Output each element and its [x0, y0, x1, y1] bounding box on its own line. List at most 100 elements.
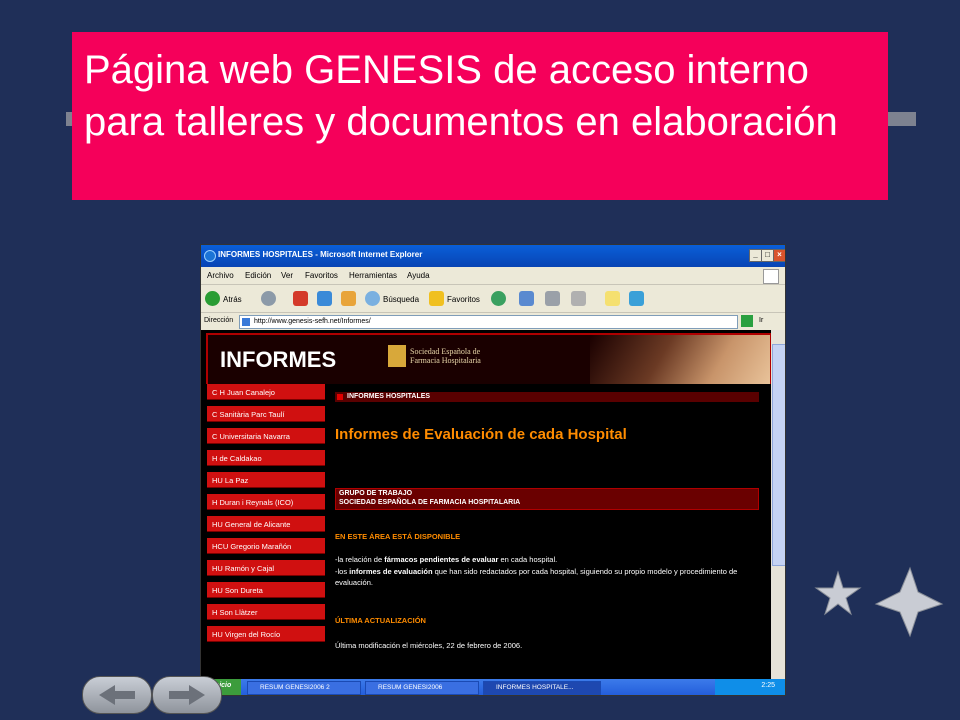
- nav-item-label: C H Juan Canalejo: [212, 388, 275, 397]
- task-label: RESUM GENESI2006: [378, 684, 443, 691]
- task-label: INFORMES HOSPITALE...: [496, 684, 574, 691]
- go-label[interactable]: Ir: [759, 317, 763, 324]
- system-tray: 2:25: [715, 679, 785, 695]
- org-line-2: Farmacia Hospitalaria: [410, 356, 481, 365]
- available-item-1: -la relación de fármacos pendientes de e…: [335, 554, 755, 565]
- menu-edicion[interactable]: Edición: [245, 271, 271, 280]
- nav-item-la-paz[interactable]: HU La Paz: [207, 472, 325, 488]
- group-line-1: GRUPO DE TRABAJO: [339, 490, 413, 497]
- menu-herramientas[interactable]: Herramientas: [349, 271, 397, 280]
- nav-item-gregorio-maranon[interactable]: HCU Gregorio Marañón: [207, 538, 325, 554]
- nav-item-label: C Universitaria Navarra: [212, 432, 290, 441]
- section-label: INFORMES HOSPITALES: [347, 393, 431, 400]
- web-page: INFORMES Sociedad Española de Farmacia H…: [201, 330, 771, 679]
- slide-title: Página web GENESIS de acceso interno par…: [84, 48, 838, 144]
- favorites-star-icon[interactable]: [429, 291, 444, 306]
- nav-item-label: H Son Llàtzer: [212, 608, 258, 617]
- page-banner: INFORMES Sociedad Española de Farmacia H…: [206, 333, 771, 387]
- nav-item-juan-canalejo[interactable]: C H Juan Canalejo: [207, 384, 325, 400]
- text-part: en cada hospital.: [498, 555, 558, 564]
- left-arrow-icon: [99, 685, 135, 705]
- menu-ver[interactable]: Ver: [281, 271, 293, 280]
- nav-item-label: HU La Paz: [212, 476, 249, 485]
- working-group-box: GRUPO DE TRABAJO SOCIEDAD ESPAÑOLA DE FA…: [335, 488, 759, 510]
- group-line-2: SOCIEDAD ESPAÑOLA DE FARMACIA HOSPITALAR…: [339, 499, 521, 506]
- refresh-icon[interactable]: [317, 291, 332, 306]
- update-heading: ÚLTIMA ACTUALIZACIÓN: [335, 616, 426, 625]
- home-icon[interactable]: [341, 291, 356, 306]
- back-arrow-icon[interactable]: [205, 291, 220, 306]
- nav-item-caldakao[interactable]: H de Caldakao: [207, 450, 325, 466]
- forward-arrow-icon[interactable]: [261, 291, 276, 306]
- nav-item-label: H de Caldakao: [212, 454, 262, 463]
- previous-slide-button[interactable]: [82, 676, 152, 714]
- messenger-icon[interactable]: [629, 291, 644, 306]
- nav-item-label: C Sanitària Parc Taulí: [212, 410, 285, 419]
- ie-icon: [204, 250, 216, 262]
- hospital-navigation: C H Juan Canalejo C Sanitària Parc Taulí…: [206, 384, 327, 679]
- folder-icon[interactable]: [605, 291, 620, 306]
- windows-logo-icon: [763, 269, 779, 284]
- nav-item-ramon-y-cajal[interactable]: HU Ramón y Cajal: [207, 560, 325, 576]
- menu-bar: Archivo Edición Ver Favoritos Herramient…: [201, 267, 785, 284]
- nav-item-duran-i-reynals[interactable]: H Duran i Reynals (ICO): [207, 494, 325, 510]
- text-bold-part: informes de evaluación: [349, 567, 433, 576]
- bullet-square-icon: [337, 394, 343, 400]
- nav-item-general-alicante[interactable]: HU General de Alicante: [207, 516, 325, 532]
- stop-icon[interactable]: [293, 291, 308, 306]
- main-title: Informes de Evaluación de cada Hospital: [335, 426, 627, 443]
- go-arrow-icon[interactable]: [741, 315, 753, 327]
- nav-item-label: HU Ramón y Cajal: [212, 564, 275, 573]
- nav-item-label: HU Son Dureta: [212, 586, 263, 595]
- nav-item-virgen-del-rocio[interactable]: HU Virgen del Rocío: [207, 626, 325, 642]
- address-value: http://www.genesis-sefh.net/Informes/: [254, 318, 371, 325]
- edit-icon[interactable]: [571, 291, 586, 306]
- nav-item-son-llatzer[interactable]: H Son Llàtzer: [207, 604, 325, 620]
- organization-name: Sociedad Española de Farmacia Hospitalar…: [410, 347, 481, 365]
- window-title: INFORMES HOSPITALES - Microsoft Internet…: [218, 250, 423, 259]
- back-label[interactable]: Atrás: [223, 295, 242, 304]
- taskbar: Inicio RESUM GENESI2006 2 RESUM GENESI20…: [201, 679, 785, 695]
- mail-icon[interactable]: [519, 291, 534, 306]
- nav-item-label: HU Virgen del Rocío: [212, 630, 281, 639]
- sefh-logo-icon: [388, 345, 406, 367]
- address-input[interactable]: http://www.genesis-sefh.net/Informes/: [239, 315, 738, 329]
- taskbar-item-resum-2[interactable]: RESUM GENESI2006 2: [247, 681, 361, 695]
- page-icon: [242, 318, 250, 326]
- small-star-icon: [814, 570, 862, 616]
- address-label: Dirección: [204, 317, 234, 324]
- text-part: -los: [335, 567, 350, 576]
- banner-image: [590, 335, 770, 385]
- nav-item-parc-tauli[interactable]: C Sanitària Parc Taulí: [207, 406, 325, 422]
- nav-item-universitaria-navarra[interactable]: C Universitaria Navarra: [207, 428, 325, 444]
- print-icon[interactable]: [545, 291, 560, 306]
- nav-item-son-dureta[interactable]: HU Son Dureta: [207, 582, 325, 598]
- nav-item-label: HU General de Alicante: [212, 520, 291, 529]
- history-icon[interactable]: [491, 291, 506, 306]
- window-titlebar: INFORMES HOSPITALES - Microsoft Internet…: [201, 245, 785, 267]
- favorites-label[interactable]: Favoritos: [447, 295, 480, 304]
- decorative-stars: [814, 566, 944, 638]
- large-star-icon: [874, 566, 944, 638]
- browser-screenshot: INFORMES HOSPITALES - Microsoft Internet…: [200, 244, 786, 696]
- menu-favoritos[interactable]: Favoritos: [305, 271, 338, 280]
- banner-title: INFORMES: [220, 347, 337, 372]
- org-line-1: Sociedad Española de: [410, 347, 481, 356]
- toolbar: Atrás Búsqueda Favoritos: [201, 284, 785, 313]
- menu-ayuda[interactable]: Ayuda: [407, 271, 430, 280]
- vertical-scrollbar[interactable]: [771, 330, 785, 679]
- clock: 2:25: [761, 682, 775, 689]
- close-button[interactable]: ×: [773, 249, 785, 262]
- taskbar-item-informes[interactable]: INFORMES HOSPITALE...: [483, 681, 601, 695]
- task-label: RESUM GENESI2006 2: [260, 684, 330, 691]
- scrollbar-thumb[interactable]: [772, 344, 785, 566]
- taskbar-item-resum[interactable]: RESUM GENESI2006: [365, 681, 479, 695]
- update-text: Última modificación el miércoles, 22 de …: [335, 641, 523, 650]
- text-part: -la relación de: [335, 555, 385, 564]
- search-icon[interactable]: [365, 291, 380, 306]
- right-arrow-icon: [169, 685, 205, 705]
- main-content: INFORMES HOSPITALES Informes de Evaluaci…: [327, 384, 771, 679]
- next-slide-button[interactable]: [152, 676, 222, 714]
- menu-archivo[interactable]: Archivo: [207, 271, 234, 280]
- search-label[interactable]: Búsqueda: [383, 295, 419, 304]
